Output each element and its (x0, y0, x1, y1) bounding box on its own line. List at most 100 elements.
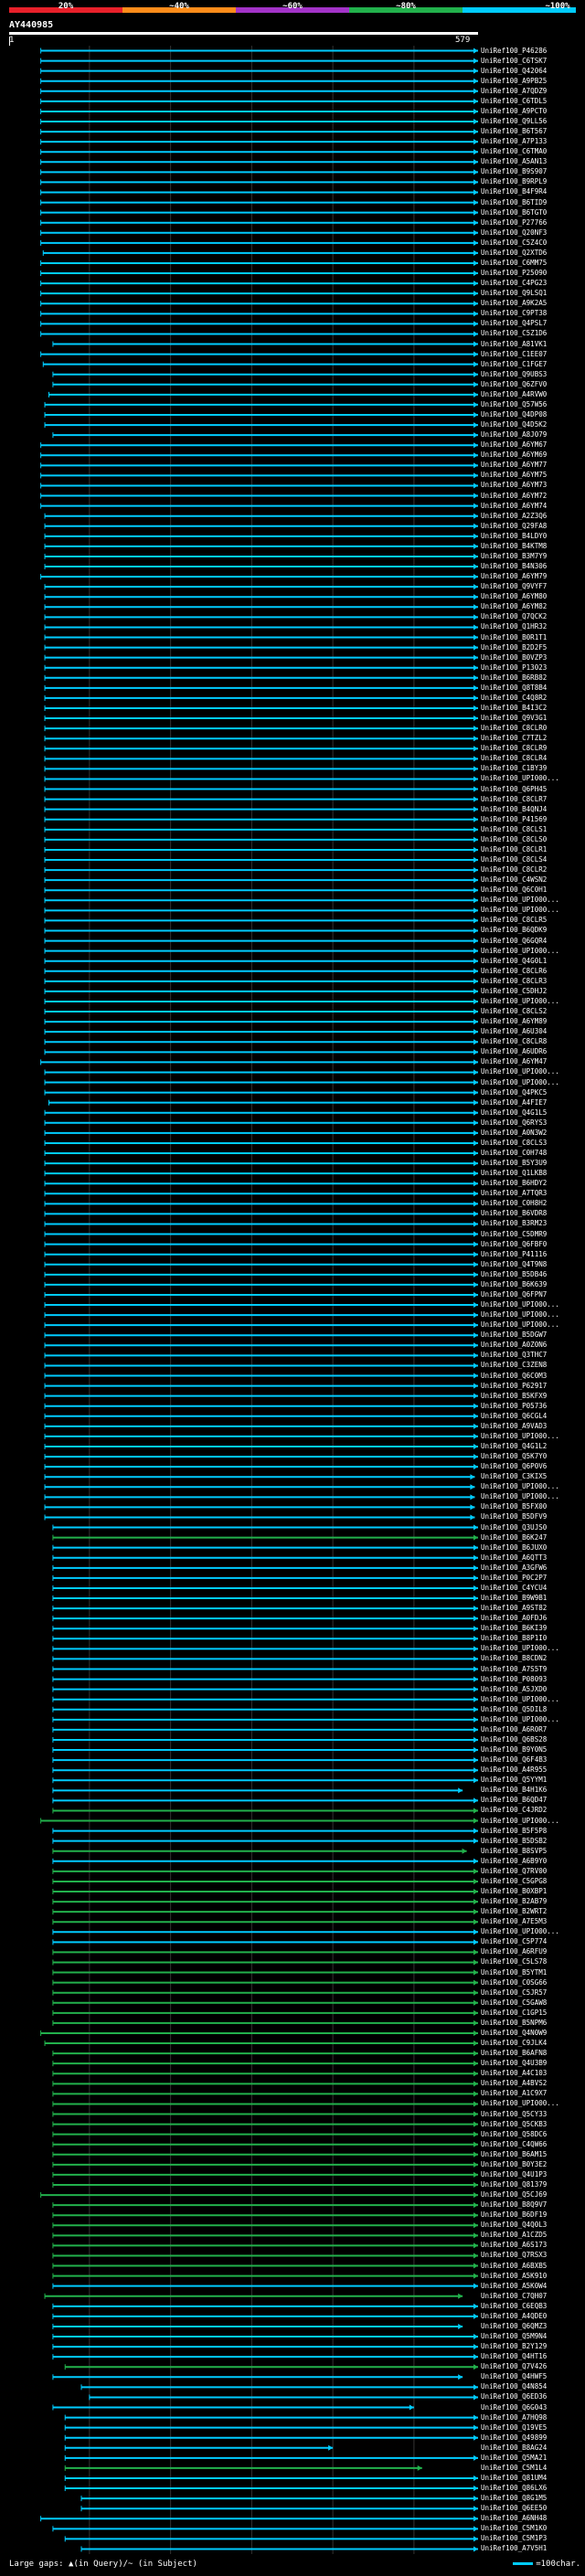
hit-label[interactable]: UniRef100_Q49899 (481, 2434, 583, 2442)
hit-label[interactable]: UniRef100_Q7RV00 (481, 1868, 583, 1875)
hit-row[interactable] (44, 584, 478, 590)
hit-row[interactable] (44, 1484, 475, 1490)
hit-row[interactable] (44, 1221, 478, 1227)
hit-row[interactable] (44, 1211, 478, 1217)
hit-row[interactable] (40, 503, 478, 509)
hit-row[interactable] (40, 1059, 478, 1065)
hit-label[interactable]: UniRef100_UPI000... (481, 1928, 583, 1935)
hit-label[interactable]: UniRef100_Q3UJS0 (481, 1524, 583, 1532)
hit-label[interactable]: UniRef100_A6YM82 (481, 603, 583, 610)
hit-label[interactable]: UniRef100_C8CLR8 (481, 1038, 583, 1045)
hit-label[interactable]: UniRef100_C6TMA0 (481, 148, 583, 155)
hit-label[interactable]: UniRef100_Q4U3B9 (481, 2060, 583, 2067)
hit-label[interactable]: UniRef100_A4FIE7 (481, 1099, 583, 1107)
hit-row[interactable] (40, 482, 478, 489)
hit-label[interactable]: UniRef100_C5Z4C0 (481, 239, 583, 247)
hit-label[interactable]: UniRef100_Q5K7Y0 (481, 1453, 583, 1460)
hit-label[interactable]: UniRef100_Q20NF3 (481, 229, 583, 237)
hit-row[interactable] (40, 229, 478, 236)
hit-label[interactable]: UniRef100_A0FDJ6 (481, 1615, 583, 1622)
hit-row[interactable] (44, 1302, 478, 1309)
hit-label[interactable]: UniRef100_Q3THC7 (481, 1352, 583, 1359)
hit-label[interactable]: UniRef100_Q9VYF7 (481, 583, 583, 590)
hit-label[interactable]: UniRef100_A6YM79 (481, 573, 583, 580)
hit-label[interactable]: UniRef100_C5DHJ2 (481, 988, 583, 995)
hit-row[interactable] (44, 564, 478, 570)
hit-label[interactable]: UniRef100_C4Q8R2 (481, 694, 583, 702)
hit-label[interactable]: UniRef100_Q57W56 (481, 401, 583, 408)
hit-label[interactable]: UniRef100_B4I3C2 (481, 705, 583, 712)
hit-label[interactable]: UniRef100_Q6F4B3 (481, 1756, 583, 1764)
hit-label[interactable]: UniRef100_B8CDN2 (481, 1655, 583, 1662)
hit-row[interactable] (44, 1443, 478, 1449)
hit-label[interactable]: UniRef100_A6YM89 (481, 1018, 583, 1025)
hit-label[interactable]: UniRef100_A4RVW0 (481, 391, 583, 398)
hit-label[interactable]: UniRef100_UPI000... (481, 1818, 583, 1825)
hit-row[interactable] (64, 2414, 478, 2421)
hit-label[interactable]: UniRef100_A9K2A5 (481, 300, 583, 307)
hit-row[interactable] (44, 1140, 478, 1146)
hit-label[interactable]: UniRef100_B6AFN8 (481, 2050, 583, 2057)
hit-row[interactable] (44, 736, 478, 742)
hit-row[interactable] (44, 1181, 478, 1187)
hit-label[interactable]: UniRef100_P0C2P7 (481, 1574, 583, 1582)
hit-label[interactable]: UniRef100_UPI000... (481, 1645, 583, 1652)
hit-label[interactable]: UniRef100_B6QDK9 (481, 927, 583, 934)
hit-label[interactable]: UniRef100_A7HQ98 (481, 2414, 583, 2422)
hit-label[interactable]: UniRef100_Q42064 (481, 68, 583, 75)
hit-label[interactable]: UniRef100_Q1LKB8 (481, 1170, 583, 1177)
hit-row[interactable] (44, 1362, 478, 1369)
hit-label[interactable]: UniRef100_C8CLR4 (481, 755, 583, 762)
hit-label[interactable]: UniRef100_C5M1L4 (481, 2465, 583, 2472)
hit-label[interactable]: UniRef100_C9PT38 (481, 310, 583, 317)
hit-label[interactable]: UniRef100_UPI000... (481, 948, 583, 955)
hit-label[interactable]: UniRef100_B8AG24 (481, 2444, 583, 2452)
hit-label[interactable]: UniRef100_B6VDR8 (481, 1210, 583, 1217)
hit-row[interactable] (44, 716, 478, 722)
hit-label[interactable]: UniRef100_B2WRT2 (481, 1908, 583, 1915)
hit-row[interactable] (44, 887, 478, 894)
hit-label[interactable]: UniRef100_C4PG23 (481, 280, 583, 287)
hit-label[interactable]: UniRef100_Q6BS28 (481, 1736, 583, 1744)
hit-label[interactable]: UniRef100_B6DF19 (481, 2211, 583, 2219)
hit-row[interactable] (44, 826, 478, 832)
hit-label[interactable]: UniRef100_Q7QCK2 (481, 613, 583, 620)
hit-label[interactable]: UniRef100_A1C9X7 (481, 2090, 583, 2097)
hit-row[interactable] (44, 786, 478, 792)
hit-label[interactable]: UniRef100_C8CLR1 (481, 846, 583, 853)
hit-label[interactable]: UniRef100_Q9LSQ1 (481, 290, 583, 297)
hit-label[interactable]: UniRef100_Q6CGL4 (481, 1413, 583, 1420)
hit-row[interactable] (44, 1271, 478, 1277)
hit-row[interactable] (44, 1464, 478, 1470)
hit-row[interactable] (44, 1403, 478, 1409)
hit-row[interactable] (44, 1119, 478, 1126)
hit-row[interactable] (44, 836, 478, 843)
hit-label[interactable]: UniRef100_Q4G1L5 (481, 1109, 583, 1117)
hit-label[interactable]: UniRef100_Q6GQR4 (481, 938, 583, 945)
hit-row[interactable] (44, 1161, 478, 1167)
hit-row[interactable] (52, 2323, 463, 2329)
hit-label[interactable]: UniRef100_A6YM75 (481, 472, 583, 479)
hit-row[interactable] (44, 624, 478, 631)
hit-label[interactable]: UniRef100_B9RPL9 (481, 178, 583, 186)
hit-label[interactable]: UniRef100_C4QW66 (481, 2141, 583, 2148)
hit-row[interactable] (44, 1373, 478, 1379)
hit-row[interactable] (44, 756, 478, 762)
hit-label[interactable]: UniRef100_C7QH07 (481, 2293, 583, 2300)
hit-row[interactable] (44, 1423, 478, 1429)
hit-label[interactable]: UniRef100_B6K247 (481, 1534, 583, 1542)
hit-row[interactable] (44, 978, 478, 984)
hit-row[interactable] (44, 644, 478, 651)
hit-label[interactable]: UniRef100_A1CZD5 (481, 2231, 583, 2239)
hit-label[interactable]: UniRef100_Q6ZFV0 (481, 381, 583, 388)
hit-row[interactable] (40, 219, 478, 226)
hit-label[interactable]: UniRef100_C4WSN2 (481, 876, 583, 884)
hit-label[interactable]: UniRef100_C5P774 (481, 1938, 583, 1945)
hit-row[interactable] (44, 1171, 478, 1177)
hit-row[interactable] (40, 78, 478, 84)
hit-row[interactable] (40, 260, 478, 266)
hit-label[interactable]: UniRef100_B9S907 (481, 168, 583, 175)
hit-row[interactable] (44, 1342, 478, 1349)
hit-label[interactable]: UniRef100_Q4HT16 (481, 2353, 583, 2360)
hit-label[interactable]: UniRef100_C6TSK7 (481, 58, 583, 65)
